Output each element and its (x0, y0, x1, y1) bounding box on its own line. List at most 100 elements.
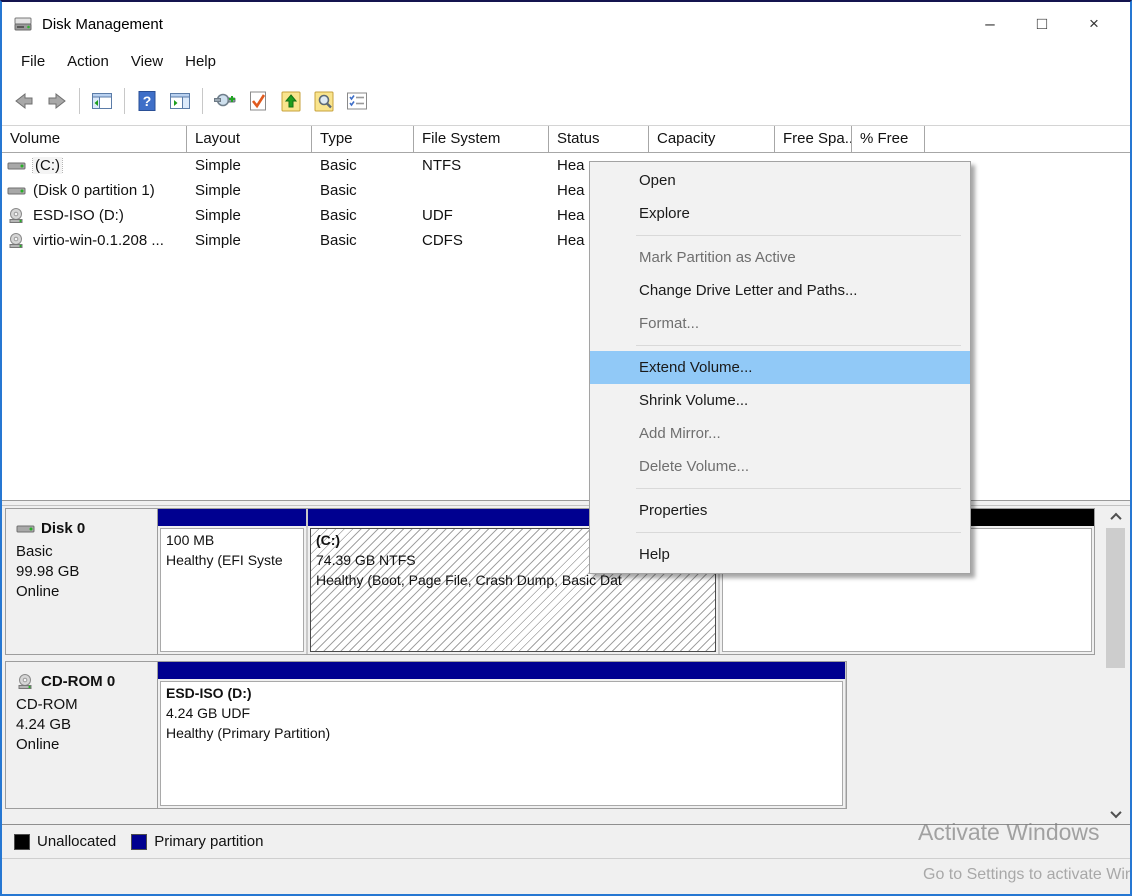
folder-up-arrow-icon (279, 89, 303, 113)
vertical-scrollbar[interactable] (1105, 507, 1126, 823)
menu-action[interactable]: Action (56, 49, 120, 74)
scrollbar-thumb[interactable] (1106, 528, 1125, 668)
volume-name: (Disk 0 partition 1) (33, 182, 155, 199)
toolbar-folder-up-button[interactable] (276, 86, 306, 116)
toolbar-rescan-button[interactable] (210, 86, 240, 116)
file-system-cell: UDF (414, 207, 549, 224)
menu-bar: File Action View Help (2, 46, 1130, 77)
partition-body: ESD-ISO (D:) 4.24 GB UDF Healthy (Primar… (160, 681, 843, 806)
menu-item-shrink-volume[interactable]: Shrink Volume... (590, 384, 970, 417)
column-header-status[interactable]: Status (549, 126, 649, 152)
cdrom0-size: 4.24 GB (16, 715, 157, 735)
volume-cell: (C:) (2, 157, 187, 174)
partition-efi[interactable]: 100 MB Healthy (EFI Syste (158, 509, 306, 654)
toolbar-action-pane-button[interactable] (165, 86, 195, 116)
disk-icon (16, 522, 36, 536)
menu-item-extend-volume[interactable]: Extend Volume... (590, 351, 970, 384)
disk-volume-icon (7, 184, 27, 198)
volume-cell: (Disk 0 partition 1) (2, 182, 187, 199)
menu-view[interactable]: View (120, 49, 174, 74)
toolbar-separator (124, 88, 125, 114)
toolbar-task-list-button[interactable] (342, 86, 372, 116)
volume-cell: virtio-win-0.1.208 ... (2, 232, 187, 249)
cdrom0-type: CD-ROM (16, 695, 157, 715)
menu-separator (636, 345, 961, 346)
menu-item-help[interactable]: Help (590, 538, 970, 571)
folder-magnifier-icon (312, 89, 336, 113)
volume-name: (C:) (33, 157, 62, 174)
cdrom0-status: Online (16, 735, 157, 755)
magnifier-plus-icon (213, 89, 237, 113)
disk0-status: Online (16, 582, 157, 602)
menu-item-explore[interactable]: Explore (590, 197, 970, 230)
menu-item-open[interactable]: Open (590, 164, 970, 197)
legend-unallocated: Unallocated (14, 833, 116, 850)
column-header-layout[interactable]: Layout (187, 126, 312, 152)
scrollbar-down-button[interactable] (1105, 804, 1126, 823)
console-tree-window-icon (90, 89, 114, 113)
volume-cell: ESD-ISO (D:) (2, 207, 187, 224)
column-header-volume[interactable]: Volume (2, 126, 187, 152)
minimize-button[interactable]: – (964, 2, 1016, 46)
legend-label: Primary partition (154, 833, 263, 850)
disk0-label[interactable]: Disk 0 Basic 99.98 GB Online (5, 508, 158, 655)
activate-windows-watermark: Activate Windows (918, 819, 1100, 846)
close-button[interactable]: × (1068, 2, 1120, 46)
volume-list-header: Volume Layout Type File System Status Ca… (2, 126, 1130, 153)
partition-status-line: Healthy (Primary Partition) (166, 723, 837, 743)
chevron-up-icon (1110, 512, 1121, 523)
toolbar-back-button[interactable] (9, 86, 39, 116)
maximize-button[interactable]: □ (1016, 2, 1068, 46)
column-header-type[interactable]: Type (312, 126, 414, 152)
menu-item-format: Format... (590, 307, 970, 340)
partition-band (158, 662, 845, 679)
volume-name: virtio-win-0.1.208 ... (33, 232, 164, 249)
column-header-file-system[interactable]: File System (414, 126, 549, 152)
toolbar-separator (79, 88, 80, 114)
partition-status-line: Healthy (EFI Syste (166, 550, 298, 570)
window-title: Disk Management (42, 16, 163, 33)
task-list-icon (345, 89, 369, 113)
column-header-capacity[interactable]: Capacity (649, 126, 775, 152)
window-controls: – □ × (964, 2, 1120, 46)
column-header-free-space[interactable]: Free Spa... (775, 126, 852, 152)
menu-help[interactable]: Help (174, 49, 227, 74)
toolbar-forward-button[interactable] (42, 86, 72, 116)
type-cell: Basic (312, 207, 414, 224)
type-cell: Basic (312, 157, 414, 174)
disk-volume-icon (7, 159, 27, 173)
partition-esd-iso[interactable]: ESD-ISO (D:) 4.24 GB UDF Healthy (Primar… (158, 662, 845, 808)
legend-primary-partition: Primary partition (131, 833, 263, 850)
toolbar-console-tree-button[interactable] (87, 86, 117, 116)
toolbar-check-document-button[interactable] (243, 86, 273, 116)
action-pane-window-icon (168, 89, 192, 113)
back-arrow-icon (12, 89, 36, 113)
unallocated-color-swatch (14, 834, 30, 850)
toolbar-folder-search-button[interactable] (309, 86, 339, 116)
cd-volume-icon (7, 233, 27, 249)
partition-size-line: 4.24 GB UDF (166, 703, 837, 723)
layout-cell: Simple (187, 157, 312, 174)
primary-partition-color-swatch (131, 834, 147, 850)
column-header-pct-free[interactable]: % Free (852, 126, 925, 152)
partition-body: 100 MB Healthy (EFI Syste (160, 528, 304, 652)
menu-item-mark-partition-active: Mark Partition as Active (590, 241, 970, 274)
menu-file[interactable]: File (10, 49, 56, 74)
cdrom0-name: CD-ROM 0 (41, 672, 115, 692)
cd-drive-icon (16, 674, 36, 690)
cdrom0-label[interactable]: CD-ROM 0 CD-ROM 4.24 GB Online (5, 661, 158, 809)
toolbar-help-button[interactable]: ? (132, 86, 162, 116)
menu-item-change-drive-letter[interactable]: Change Drive Letter and Paths... (590, 274, 970, 307)
help-question-icon: ? (135, 89, 159, 113)
menu-item-delete-volume: Delete Volume... (590, 450, 970, 483)
column-header-filler (925, 126, 1130, 152)
menu-item-properties[interactable]: Properties (590, 494, 970, 527)
partition-name-line: ESD-ISO (D:) (166, 683, 837, 703)
disk-management-window: Disk Management – □ × File Action View H… (0, 0, 1132, 896)
volume-name: ESD-ISO (D:) (33, 207, 124, 224)
scrollbar-up-button[interactable] (1105, 507, 1126, 526)
disk0-size: 99.98 GB (16, 562, 157, 582)
chevron-down-icon (1110, 806, 1121, 817)
menu-item-add-mirror: Add Mirror... (590, 417, 970, 450)
activate-windows-watermark-subtext: Go to Settings to activate Windows (923, 866, 1132, 884)
